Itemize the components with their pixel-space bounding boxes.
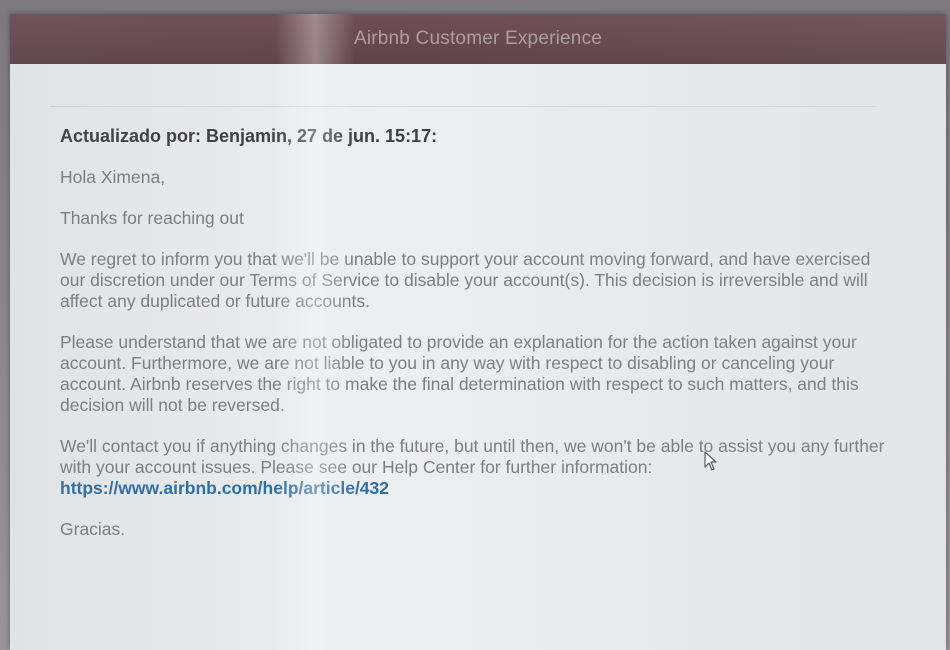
screen: Airbnb Customer Experience Actualizado p… xyxy=(0,0,950,650)
contact-text: We'll contact you if anything changes in… xyxy=(60,436,885,477)
paragraph-contact: We'll contact you if anything changes in… xyxy=(60,436,890,499)
window-title: Airbnb Customer Experience xyxy=(353,28,603,49)
window-titlebar: Airbnb Customer Experience xyxy=(10,14,946,64)
support-message-window: Airbnb Customer Experience Actualizado p… xyxy=(10,14,946,650)
signoff: Gracias. xyxy=(60,519,126,539)
paragraph-disable-notice: We regret to inform you that we'll be un… xyxy=(60,249,871,311)
paragraph-no-explanation: Please understand that we are not obliga… xyxy=(60,332,859,415)
message-heading: Actualizado por: Benjamin, 27 de jun. 15… xyxy=(60,126,438,146)
greeting: Hola Ximena, xyxy=(60,167,166,187)
divider xyxy=(50,106,876,107)
thanks-line: Thanks for reaching out xyxy=(60,208,244,228)
help-center-link[interactable]: https://www.airbnb.com/help/article/432 xyxy=(60,478,389,498)
message-body: Actualizado por: Benjamin, 27 de jun. 15… xyxy=(60,126,890,560)
mouse-pointer-icon xyxy=(704,451,717,471)
